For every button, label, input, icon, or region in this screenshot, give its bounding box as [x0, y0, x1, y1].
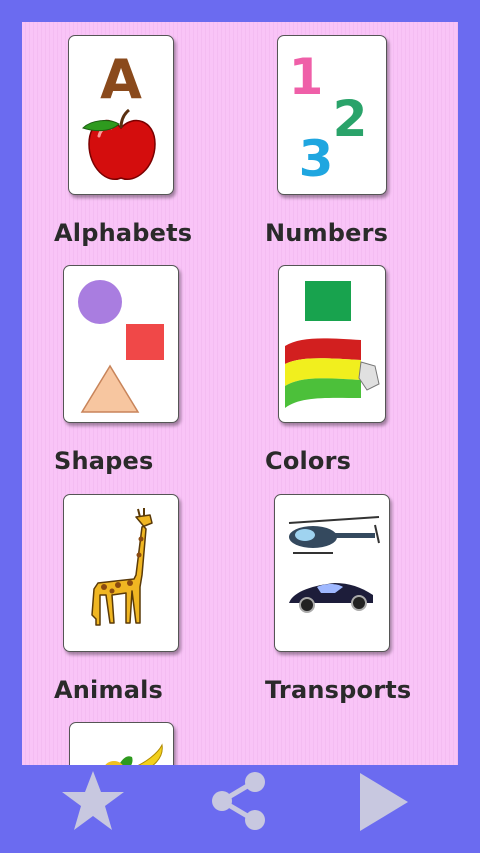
share-icon: [212, 772, 265, 830]
helicopter-car-icon: [288, 516, 380, 613]
animals-card[interactable]: [63, 494, 179, 652]
shapes-icon: [78, 280, 164, 413]
transports-card[interactable]: [274, 494, 390, 652]
bottom-toolbar: [0, 765, 480, 853]
category-grid: A Alphabets 1 2 3 Numbers Shapes Colors …: [22, 22, 458, 765]
shapes-card[interactable]: [63, 265, 179, 423]
giraffe-icon: [91, 508, 153, 626]
numbers-label[interactable]: Numbers: [265, 219, 388, 247]
play-icon: [360, 773, 408, 831]
svg-text:2: 2: [333, 90, 368, 148]
apple-letter-a-icon: A: [82, 48, 156, 180]
alphabets-label[interactable]: Alphabets: [54, 219, 192, 247]
share-button[interactable]: [208, 770, 270, 832]
svg-text:1: 1: [289, 48, 324, 106]
colors-label[interactable]: Colors: [265, 447, 351, 475]
shapes-label[interactable]: Shapes: [54, 447, 154, 475]
colors-card[interactable]: [278, 265, 386, 423]
svg-text:3: 3: [299, 130, 334, 188]
fruits-card[interactable]: [69, 722, 174, 765]
play-button[interactable]: [358, 771, 410, 833]
alphabets-card[interactable]: A: [68, 35, 174, 195]
favorite-button[interactable]: [60, 768, 126, 834]
animals-label[interactable]: Animals: [54, 676, 163, 704]
transports-label[interactable]: Transports: [265, 676, 411, 704]
star-icon: [62, 771, 124, 830]
svg-text:A: A: [100, 48, 142, 111]
numbers-123-icon: 1 2 3: [289, 48, 368, 188]
numbers-card[interactable]: 1 2 3: [277, 35, 387, 195]
fruits-icon: [105, 743, 163, 765]
paint-flag-icon: [285, 281, 380, 408]
